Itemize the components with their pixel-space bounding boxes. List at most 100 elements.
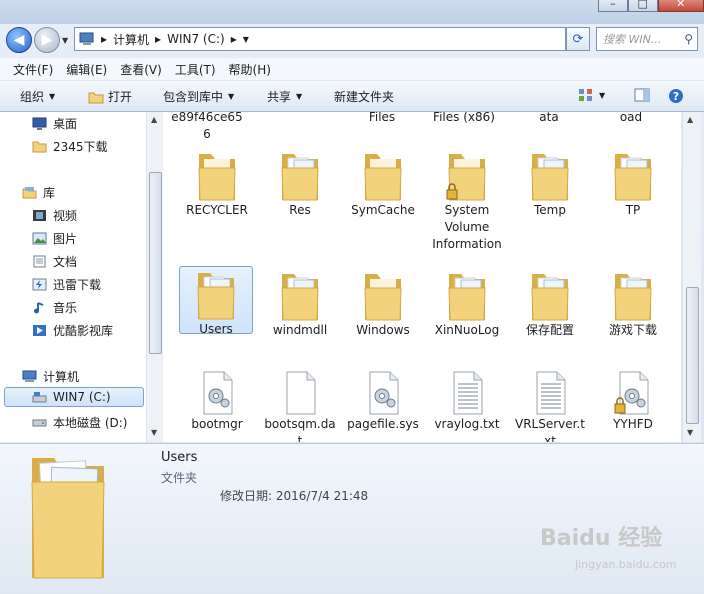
computer-icon bbox=[79, 32, 94, 45]
blank-file-icon bbox=[286, 371, 316, 415]
scroll-down-icon[interactable]: ▼ bbox=[151, 428, 157, 437]
file-item[interactable]: windmdll bbox=[262, 268, 338, 339]
new-folder-label: 新建文件夹 bbox=[334, 90, 395, 104]
new-folder-button[interactable]: 新建文件夹 bbox=[334, 88, 394, 105]
address-dropdown-icon[interactable]: ▼ bbox=[243, 35, 249, 44]
file-item[interactable]: RECYCLER bbox=[179, 148, 255, 219]
details-item-type: 文件夹 bbox=[161, 471, 198, 485]
sidebar-item-desktop[interactable]: 桌面 bbox=[32, 112, 162, 134]
sidebar-item-computer[interactable]: 计算机 bbox=[22, 365, 162, 387]
refresh-button[interactable]: ⟳ bbox=[566, 27, 590, 51]
video-icon bbox=[33, 209, 46, 221]
file-item[interactable]: e89f46ce656 bbox=[169, 112, 245, 143]
close-button[interactable]: ✕ bbox=[657, 0, 704, 12]
file-item[interactable]: SymCache bbox=[345, 148, 421, 219]
file-item[interactable]: pagefile.sys bbox=[345, 362, 421, 433]
menu-view[interactable]: 查看(V) bbox=[120, 61, 162, 78]
address-bar[interactable]: ▸ 计算机 ▸ WIN7 (C:) ▸ ▼ bbox=[74, 27, 566, 51]
file-item[interactable]: 游戏下载 bbox=[595, 268, 671, 339]
chevron-right-icon[interactable]: ▸ bbox=[101, 32, 107, 46]
navigation-pane-scrollbar[interactable]: ▲ ▼ bbox=[146, 112, 163, 442]
sidebar-item-2345-download[interactable]: 2345下载 bbox=[32, 135, 162, 157]
library-icon bbox=[22, 186, 37, 198]
sidebar-item-drive-c[interactable]: WIN7 (C:) bbox=[4, 387, 144, 407]
document-icon bbox=[33, 255, 46, 267]
address-segment-drive[interactable]: WIN7 (C:) bbox=[167, 32, 225, 46]
file-item[interactable]: bootmgr bbox=[179, 362, 255, 433]
share-button[interactable]: 共享 ▼ bbox=[267, 88, 302, 105]
command-bar: 组织 ▼ 打开 包含到库中 ▼ 共享 ▼ 新建文件夹 ▼ ? bbox=[0, 81, 704, 112]
open-folder-icon bbox=[88, 92, 104, 103]
folder-icon bbox=[198, 154, 236, 201]
search-icon[interactable]: ⚲ bbox=[684, 32, 693, 46]
forward-button[interactable]: ▶ bbox=[34, 27, 60, 53]
file-item[interactable]: oad bbox=[593, 112, 669, 126]
scrollbar-thumb[interactable] bbox=[149, 172, 162, 354]
file-item[interactable]: TP bbox=[595, 148, 671, 219]
menu-help[interactable]: 帮助(H) bbox=[229, 61, 271, 78]
scrollbar-thumb[interactable] bbox=[686, 287, 699, 424]
scroll-up-icon[interactable]: ▲ bbox=[687, 115, 693, 124]
chevron-right-icon[interactable]: ▸ bbox=[155, 32, 161, 46]
file-item[interactable]: System Volume Information bbox=[429, 148, 505, 253]
address-segment-computer[interactable]: 计算机 bbox=[113, 31, 149, 48]
sidebar-item-label: WIN7 (C:) bbox=[53, 390, 111, 404]
drive-icon bbox=[32, 419, 47, 426]
document-folder-icon bbox=[448, 274, 486, 321]
file-name: Res bbox=[289, 203, 311, 217]
computer-icon bbox=[22, 370, 37, 382]
sidebar-item-thunder-download[interactable]: 迅雷下载 bbox=[32, 273, 162, 295]
sidebar-item-music[interactable]: 音乐 bbox=[32, 296, 162, 318]
file-item[interactable]: Windows bbox=[345, 268, 421, 339]
file-name: Temp bbox=[534, 203, 566, 217]
help-button[interactable]: ? bbox=[668, 88, 684, 104]
file-name: SymCache bbox=[351, 203, 415, 217]
file-item[interactable]: ata bbox=[511, 112, 587, 126]
scroll-down-icon[interactable]: ▼ bbox=[687, 428, 693, 437]
sidebar-item-pictures[interactable]: 图片 bbox=[32, 227, 162, 249]
chevron-down-icon: ▼ bbox=[49, 92, 56, 101]
file-item[interactable]: bootsqm.dat bbox=[262, 362, 338, 442]
search-input[interactable]: 搜索 WIN... bbox=[603, 31, 684, 47]
file-name: YYHFD bbox=[613, 417, 653, 431]
file-item[interactable]: Files bbox=[344, 112, 420, 126]
file-item[interactable]: vraylog.txt bbox=[429, 362, 505, 433]
file-list-scrollbar[interactable]: ▲ ▼ bbox=[682, 112, 701, 442]
include-in-library-button[interactable]: 包含到库中 ▼ bbox=[163, 88, 234, 105]
maximize-button[interactable]: □ bbox=[627, 0, 658, 12]
youku-icon bbox=[33, 324, 46, 336]
menu-file[interactable]: 文件(F) bbox=[13, 61, 53, 78]
file-name: pagefile.sys bbox=[347, 417, 419, 431]
search-box[interactable]: 搜索 WIN... ⚲ bbox=[596, 27, 698, 51]
file-list: e89f46ce656 Files Files (x86) ata oad RE… bbox=[163, 112, 681, 442]
chevron-right-icon[interactable]: ▸ bbox=[231, 32, 237, 46]
sidebar-item-youku[interactable]: 优酷影视库 bbox=[32, 319, 162, 341]
file-item[interactable]: YYHFD bbox=[595, 362, 671, 433]
help-icon: ? bbox=[669, 89, 683, 103]
open-label: 打开 bbox=[108, 90, 133, 104]
file-item[interactable]: XinNuoLog bbox=[429, 268, 505, 339]
open-button[interactable]: 打开 bbox=[88, 88, 132, 105]
preview-pane-button[interactable] bbox=[634, 88, 650, 102]
sidebar-item-videos[interactable]: 视频 bbox=[32, 204, 162, 226]
recent-pages-dropdown-icon[interactable]: ▼ bbox=[62, 36, 68, 45]
view-options-button[interactable]: ▼ bbox=[578, 88, 605, 102]
scroll-up-icon[interactable]: ▲ bbox=[151, 115, 157, 124]
file-name: windmdll bbox=[272, 323, 328, 337]
sidebar-item-documents[interactable]: 文档 bbox=[32, 250, 162, 272]
minimize-button[interactable]: – bbox=[598, 0, 628, 12]
organize-button[interactable]: 组织 ▼ bbox=[20, 88, 55, 105]
sidebar-item-libraries[interactable]: 库 bbox=[22, 181, 162, 203]
file-item[interactable]: Files (x86) bbox=[426, 112, 502, 126]
text-file-icon bbox=[453, 371, 483, 415]
back-button[interactable]: ◀ bbox=[6, 27, 32, 53]
file-item[interactable]: Users bbox=[179, 266, 253, 336]
file-item[interactable]: 保存配置 bbox=[512, 268, 588, 339]
baidu-watermark: Baidu 经验 bbox=[540, 526, 663, 551]
file-item[interactable]: VRLServer.txt bbox=[512, 362, 588, 442]
menu-edit[interactable]: 编辑(E) bbox=[66, 61, 107, 78]
file-item[interactable]: Res bbox=[262, 148, 338, 219]
file-item[interactable]: Temp bbox=[512, 148, 588, 219]
menu-tools[interactable]: 工具(T) bbox=[175, 61, 216, 78]
sidebar-item-drive-d[interactable]: 本地磁盘 (D:) bbox=[32, 411, 162, 433]
